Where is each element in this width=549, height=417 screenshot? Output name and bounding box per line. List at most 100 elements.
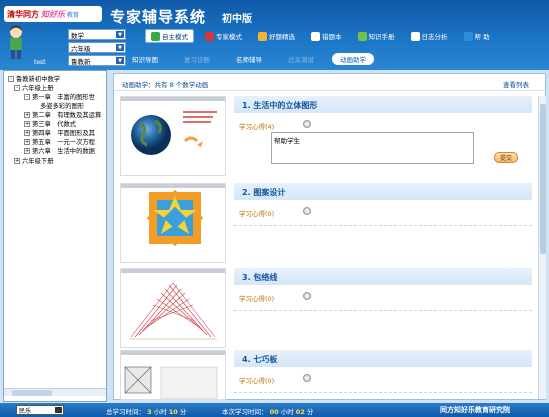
lesson-title-bar[interactable]: 4. 七巧板 [234,350,532,367]
hours-unit: 小时 [280,408,294,416]
mode-icon [151,31,160,41]
toolbar-label: 错题本 [322,33,342,41]
tab-3[interactable]: 过关测试 [280,53,322,65]
collapse-icon[interactable]: - [24,94,30,100]
brand-logo: 清华同方 知好乐 教育 [4,6,102,22]
toolbar-button-2[interactable]: 好题精选 [253,29,300,43]
tree-node[interactable]: + 六年级下册 [14,156,53,165]
book-icon [311,31,320,41]
lesson-title-bar[interactable]: 1. 生活中的立体图形 [234,96,532,113]
brand-name: 清华同方 [7,9,39,19]
expert-icon [205,31,214,41]
tree-node[interactable]: + 第二章 有理数及其运算 [24,110,101,119]
toolbar-label: 专家模式 [216,33,242,41]
tree-node-label: 第三章 代数式 [32,121,77,128]
lesson-thumbnail[interactable] [120,183,226,263]
expand-note-icon[interactable] [303,207,311,215]
font-select[interactable]: 民乐 [16,405,64,415]
lesson-title: 2. 图案设计 [242,188,286,197]
tab-bar: 知识导图 复习诊断 名师辅导 过关测试 动画助学 [124,53,374,65]
total-time-label: 总学习时间： [106,408,145,416]
session-time-label: 本次学习时间： [222,408,268,416]
note-label[interactable]: 学习心得(0) [239,375,274,385]
scrollbar-thumb[interactable] [540,104,546,254]
expand-icon[interactable]: + [14,158,20,164]
expand-note-icon[interactable] [303,120,311,128]
toolbar-button-5[interactable]: 日志分析 [406,29,453,43]
expand-icon[interactable]: + [24,148,30,154]
tab-0[interactable]: 知识导图 [124,53,166,65]
user-name: test [34,59,46,66]
lesson-title-bar[interactable]: 3. 包络线 [234,268,532,285]
help-icon [463,31,473,41]
edition-label: 初中版 [222,14,252,25]
hours-unit: 小时 [153,408,167,416]
expand-note-icon[interactable] [303,374,311,382]
toolbar-button-4[interactable]: 知识手册 [353,29,400,43]
log-icon [410,31,420,41]
subject-select[interactable]: 数学 ▼ [68,29,126,40]
toolbar-button-6[interactable]: 帮 助 [459,29,495,43]
expand-icon[interactable]: + [24,121,30,127]
footer-brand: 同方知好乐教育研究院 [440,406,510,414]
tab-1[interactable]: 复习诊断 [176,53,218,65]
expand-note-icon[interactable] [303,292,311,300]
status-bar: 民乐 总学习时间： 3 小时 10 分 本次学习时间： 00 小时 02 分 同… [0,403,549,417]
tree-node[interactable]: - 六年级上册 [14,83,53,92]
tab-2[interactable]: 名师辅导 [228,53,270,65]
toolbar-button-1[interactable]: 专家模式 [200,29,247,43]
tab-4[interactable]: 动画助学 [332,53,374,65]
collapse-icon[interactable]: - [14,85,20,91]
tree-node[interactable]: - 鲁教新初中数学 [8,74,60,83]
star-pattern-icon [146,189,204,247]
collapse-icon[interactable]: - [8,76,14,82]
tree-horizontal-scrollbar[interactable] [4,388,106,396]
main-vertical-scrollbar[interactable] [538,96,546,399]
tree-node[interactable]: + 第六章 生活中的数据 [24,146,95,155]
toolbar-button-3[interactable]: 错题本 [306,29,347,43]
note-label[interactable]: 学习心得(4) [239,121,274,131]
expand-icon[interactable]: + [24,130,30,136]
expand-icon[interactable]: + [24,139,30,145]
animation-panel: 动画助学：共有 8 个数学动画 查看列表 1. 生活中的立体图形 学习心得(4)… [113,73,546,400]
tree-node[interactable]: 多姿多彩的图形 [40,101,84,110]
note-textarea[interactable]: 帮助学生 [271,132,474,164]
app-title: 专家辅导系统 [110,8,207,26]
tree-node[interactable]: + 第四章 平面图形及其 [24,128,95,137]
submit-button[interactable]: 提交 [494,152,518,163]
lesson-thumbnail[interactable] [120,96,226,176]
chapter-tree: - 鲁教新初中数学 - 六年级上册 - 第一章 丰富的图形世 多姿多彩的图形 + 第二章 有理数… [3,70,107,402]
scrollbar-thumb[interactable] [12,390,52,396]
chevron-down-icon[interactable]: ▼ [116,44,124,51]
tree-node[interactable]: + 第五章 一元一次方程 [24,137,95,146]
lesson-title-bar[interactable]: 2. 图案设计 [234,183,532,200]
session-time: 本次学习时间： 00 小时 02 分 [222,406,313,416]
brand-tag: 教育 [67,11,80,19]
divider [234,225,532,226]
user-avatar-icon [10,25,22,59]
lesson-item: 4. 七巧板 学习心得(0) [118,350,534,400]
toolbar-button-0[interactable]: 自主模式 [145,29,194,43]
chevron-down-icon[interactable] [55,407,62,413]
grade-value: 六年级 [71,44,91,53]
note-label[interactable]: 学习心得(0) [239,208,274,218]
edition-select[interactable]: 鲁教新 ▼ [68,55,126,66]
envelope-curve-icon [129,282,217,340]
subject-value: 数学 [71,31,84,40]
grade-select[interactable]: 六年级 ▼ [68,42,126,53]
toolbar-label: 自主模式 [162,33,188,41]
lesson-thumbnail[interactable] [120,350,226,400]
tree-node[interactable]: + 第三章 代数式 [24,119,76,128]
panel-header: 动画助学：共有 8 个数学动画 查看列表 [114,74,545,91]
tree-node[interactable]: - 第一章 丰富的图形世 [24,92,95,101]
chevron-down-icon[interactable]: ▼ [116,31,124,38]
view-list-link[interactable]: 查看列表 [503,79,529,89]
chevron-down-icon[interactable]: ▼ [116,57,124,64]
expand-icon[interactable]: + [24,112,30,118]
toolbar-label: 日志分析 [421,33,448,41]
tree-node-label: 鲁教新初中数学 [16,76,61,83]
note-label[interactable]: 学习心得(0) [239,293,274,303]
lesson-thumbnail[interactable] [120,268,226,348]
lesson-title: 1. 生活中的立体图形 [242,101,318,110]
toolbar-label: 知识手册 [368,33,395,41]
